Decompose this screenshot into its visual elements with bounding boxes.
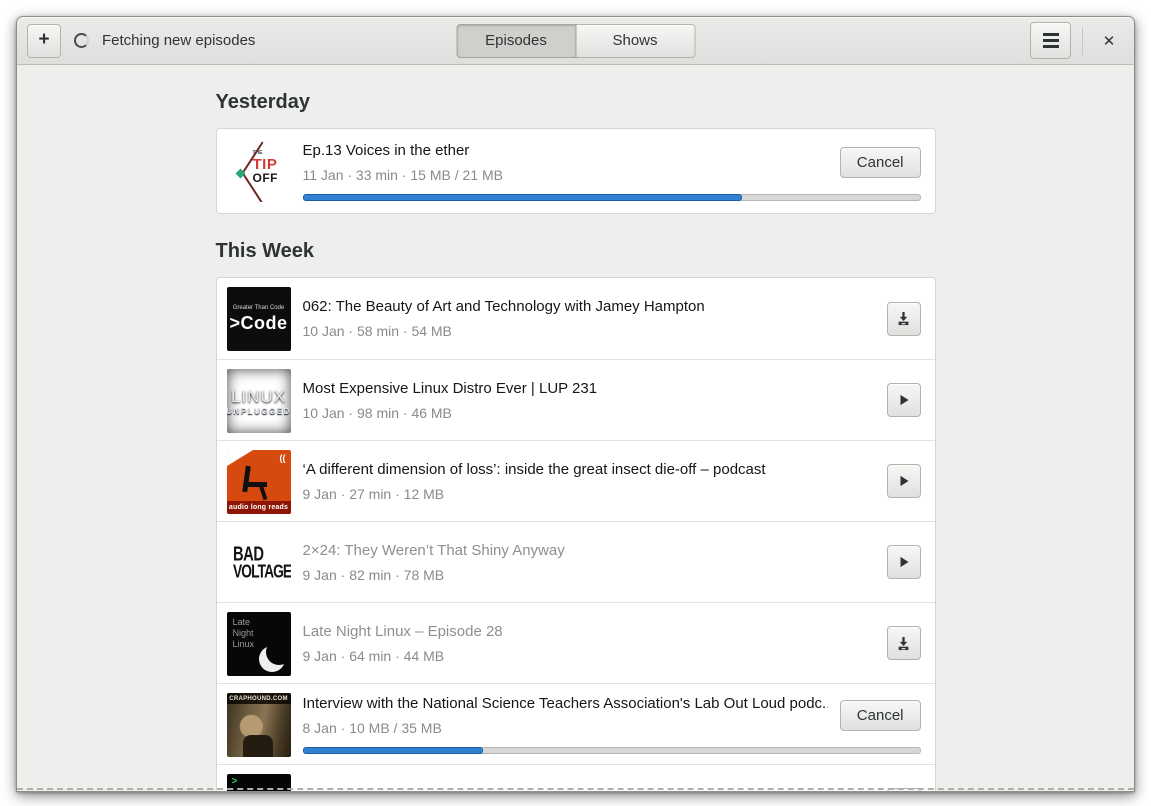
podcast-cover-craphound: CRAPHOUND.COM	[226, 693, 291, 757]
section: Yesterday THE TIP OFF Ep.13 Voices in th…	[215, 91, 936, 214]
podcast-cover-greater-than-code: Greater Than Code >Code	[226, 287, 291, 351]
play-button[interactable]	[886, 383, 921, 417]
hamburger-icon	[1042, 33, 1059, 48]
close-button[interactable]: ✕	[1094, 26, 1124, 56]
section: This Week Greater Than Code >Code 062: T…	[215, 240, 936, 791]
play-icon	[897, 555, 911, 569]
episode-meta: 11 Jan · 33 min · 15 MB / 21 MB	[302, 167, 504, 183]
play-icon	[897, 393, 911, 407]
moon-art	[258, 639, 291, 672]
episode-title: Most Expensive Linux Distro Ever | LUP 2…	[302, 379, 598, 397]
headerbar-separator	[1082, 26, 1083, 55]
episode-title: 2×24: They Weren’t That Shiny Anyway	[302, 541, 565, 559]
sections: Yesterday THE TIP OFF Ep.13 Voices in th…	[215, 91, 936, 791]
episode-row: Greater Than Code >Code 062: The Beauty …	[217, 278, 935, 359]
episode-card: THE TIP OFF Ep.13 Voices in the ether 11…	[215, 128, 936, 214]
progress-bar	[302, 194, 921, 201]
episode-title: Ep.13 Voices in the ether	[302, 142, 470, 159]
download-button[interactable]	[886, 301, 921, 336]
headerbar: + Fetching new episodes Episodes Shows ✕	[17, 17, 1134, 65]
episode-title: Late Night Linux – Episode 28	[302, 622, 503, 640]
section-title: Yesterday	[215, 91, 311, 113]
episode-meta: 10 Jan · 98 min · 46 MB	[302, 404, 452, 421]
view-switcher: Episodes Shows	[456, 23, 695, 58]
episode-meta: 9 Jan · 82 min · 78 MB	[302, 566, 445, 583]
cancel-button[interactable]: Cancel	[839, 700, 921, 731]
play-button[interactable]	[886, 464, 921, 498]
podcast-cover-audio-long-reads: (( audio long reads	[226, 450, 291, 514]
play-button[interactable]	[886, 545, 921, 579]
progress-bar	[302, 747, 921, 754]
podcast-cover-bad-voltage: BAD VOLTAGE	[226, 531, 291, 595]
episode-row: THE TIP OFF Ep.13 Voices in the ether 11…	[217, 129, 935, 213]
episode-meta: 10 Jan · 58 min · 54 MB	[302, 323, 452, 339]
download-icon	[896, 636, 911, 651]
status-label: Fetching new episodes	[102, 32, 256, 49]
download-button[interactable]	[886, 626, 921, 660]
chair-art	[241, 465, 251, 493]
podcast-cover-the-tip-off: THE TIP OFF	[226, 138, 291, 202]
menu-button[interactable]	[1030, 22, 1071, 59]
episode-row: BAD VOLTAGE 2×24: They Weren’t That Shin…	[216, 521, 935, 602]
episode-row: (( audio long reads ‘A different dimensi…	[216, 440, 935, 521]
podcast-cover-linux-unplugged: LINUX UNPLUGGED	[227, 369, 291, 433]
section-title: This Week	[215, 240, 315, 262]
cancel-button[interactable]: Cancel	[839, 147, 921, 178]
progress-fill	[302, 747, 484, 754]
episode-title: ‘A different dimension of loss’: inside …	[302, 460, 766, 478]
episode-title: Interview with the National Science Teac…	[302, 695, 828, 712]
episode-meta: 9 Jan · 64 min · 44 MB	[302, 647, 445, 664]
episode-row: Late Night Linux Late Night Linux – Episod…	[216, 602, 935, 683]
episode-meta: 9 Jan · 27 min · 12 MB	[302, 485, 445, 502]
download-icon	[896, 311, 911, 326]
headerbar-left: + Fetching new episodes	[27, 23, 256, 58]
episode-row: LINUX UNPLUGGED Most Expensive Linux Dis…	[216, 359, 935, 440]
add-podcast-button[interactable]: +	[27, 23, 61, 58]
episode-meta: 8 Jan · 10 MB / 35 MB	[302, 720, 442, 736]
undershoot-indicator	[17, 788, 1134, 790]
headerbar-right: ✕	[1030, 22, 1124, 59]
episode-title: 062: The Beauty of Art and Technology wi…	[302, 298, 705, 315]
episodes-scroll-area: Yesterday THE TIP OFF Ep.13 Voices in th…	[17, 65, 1134, 791]
app-window: + Fetching new episodes Episodes Shows ✕…	[16, 16, 1135, 792]
portrait-art	[242, 735, 273, 757]
episode-row: CRAPHOUND.COM Interview with the Nationa…	[216, 683, 935, 764]
spinner-icon	[74, 33, 89, 48]
tab-shows[interactable]: Shows	[575, 23, 695, 58]
episode-card: Greater Than Code >Code 062: The Beauty …	[215, 277, 936, 791]
tab-episodes[interactable]: Episodes	[456, 23, 576, 58]
play-icon	[897, 474, 911, 488]
podcast-cover-late-night-linux: Late Night Linux	[226, 612, 291, 676]
progress-fill	[302, 194, 742, 201]
